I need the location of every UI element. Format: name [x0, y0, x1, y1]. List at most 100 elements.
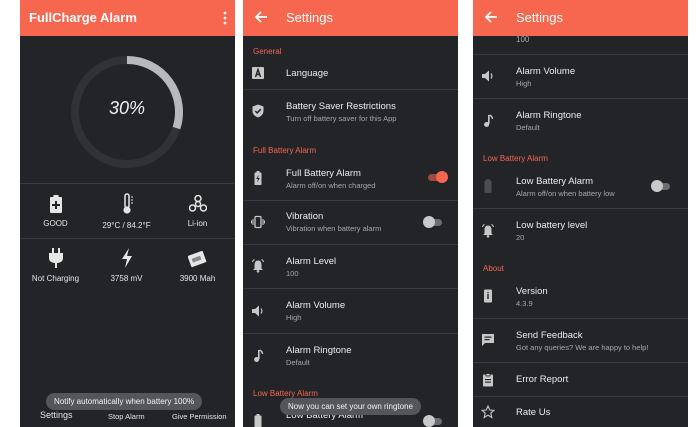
low-battery-level-value: 20: [516, 233, 525, 242]
voltage-stat: 3758 mV: [91, 248, 162, 283]
temperature-stat: 29°C / 84.2°F: [91, 193, 162, 230]
alarm-volume-title: Alarm Volume: [286, 300, 346, 311]
back-arrow-icon[interactable]: [252, 8, 270, 26]
battery-percentage: 30%: [108, 98, 146, 118]
divider: [20, 238, 235, 239]
app-bar: Settings: [243, 0, 458, 36]
full-battery-alarm-toggle[interactable]: [427, 171, 448, 183]
give-permission-button[interactable]: Give Permission: [172, 412, 227, 421]
error-report-setting[interactable]: Error Report: [473, 363, 688, 396]
app-bar: FullCharge Alarm: [20, 0, 235, 36]
thermometer-icon: [122, 193, 133, 214]
general-section-header: General: [253, 47, 282, 56]
rate-us-label: Rate Us: [516, 407, 551, 418]
ringtone-toast: Now you can set your own ringtone: [280, 398, 421, 415]
alarm-ringtone-value: Default: [286, 358, 310, 367]
low-battery-alarm-title: Low Battery Alarm: [516, 176, 594, 187]
low-battery-section-header: Low Battery Alarm: [253, 389, 318, 398]
version-title: Version: [516, 286, 548, 297]
clipboard-icon: [483, 373, 493, 387]
alarm-volume-value: High: [286, 313, 302, 322]
low-battery-alarm-toggle[interactable]: [651, 180, 671, 192]
low-battery-level-title: Low battery level: [516, 220, 588, 231]
language-label: Language: [286, 68, 329, 79]
battery-charging-icon: [254, 171, 262, 185]
music-note-icon: [254, 349, 264, 362]
battery-saver-title: Battery Saver Restrictions: [286, 101, 396, 112]
battery-capacity-icon: [187, 250, 206, 268]
alarm-ringtone-setting[interactable]: Alarm Ringtone Default: [473, 99, 688, 143]
divider: [20, 183, 235, 184]
alarm-level-setting[interactable]: Alarm Level 100: [243, 245, 458, 288]
low-battery-alarm-subtitle: Alarm off/on when battery low: [516, 189, 615, 198]
alarm-level-value: 100: [286, 269, 299, 278]
full-battery-alarm-setting[interactable]: Full Battery Alarm Alarm off/on when cha…: [243, 158, 458, 200]
alarm-ringtone-setting[interactable]: Alarm Ringtone Default: [243, 334, 458, 378]
settings-screen-scrolled: 100 Settings Alarm Volume High Alarm Rin…: [473, 0, 688, 427]
capacity-label: 3900 Mah: [179, 274, 216, 283]
back-arrow-icon[interactable]: [482, 8, 500, 26]
send-feedback-subtitle: Got any queries? We are happy to help!: [516, 343, 649, 352]
rate-us-setting[interactable]: Rate Us: [473, 397, 688, 427]
star-icon: [481, 405, 495, 419]
vibration-setting[interactable]: Vibration Vibration when battery alarm: [243, 201, 458, 244]
vibration-toggle[interactable]: [423, 216, 443, 228]
alarm-volume-setting[interactable]: Alarm Volume High: [473, 55, 688, 98]
alarm-level-title: Alarm Level: [286, 256, 337, 267]
plug-icon: [48, 248, 63, 268]
settings-screen: Settings General Language Battery Saver …: [243, 0, 458, 427]
settings-nav-button[interactable]: Settings: [40, 410, 73, 420]
alarm-volume-title: Alarm Volume: [516, 66, 576, 77]
technology-label: Li-ion: [187, 219, 208, 228]
health-stat: GOOD: [20, 195, 91, 228]
alarm-level-value: 100: [516, 35, 530, 44]
language-setting[interactable]: Language: [243, 58, 458, 89]
battery-low-icon: [484, 179, 492, 193]
capacity-stat: 3900 Mah: [162, 248, 233, 283]
alarm-ringtone-value: Default: [516, 123, 540, 132]
version-value: 4.3.9: [516, 299, 533, 308]
music-note-icon: [484, 114, 494, 127]
settings-title: Settings: [286, 10, 333, 25]
toggle-thumb: [423, 415, 435, 427]
battery-saver-subtitle: Turn off battery saver for this App: [286, 114, 397, 123]
settings-title: Settings: [516, 10, 563, 25]
voltage-bolt-icon: [121, 248, 132, 268]
full-battery-alarm-subtitle: Alarm off/on when charged: [286, 181, 376, 190]
alarm-ringtone-title: Alarm Ringtone: [516, 110, 582, 121]
feedback-icon: [482, 334, 494, 346]
low-battery-section-header: Low Battery Alarm: [483, 154, 548, 163]
stop-alarm-button[interactable]: Stop Alarm: [108, 412, 145, 421]
bottom-navigation: Settings Stop Alarm Give Permission: [20, 410, 235, 427]
charging-label: Not Charging: [31, 274, 80, 283]
app-bar: Settings: [473, 0, 688, 36]
low-battery-alarm-toggle[interactable]: [423, 415, 443, 427]
alarm-volume-setting[interactable]: Alarm Volume High: [243, 289, 458, 333]
error-report-label: Error Report: [516, 374, 569, 385]
more-options-icon[interactable]: [223, 11, 227, 25]
battery-low-icon: [254, 414, 262, 427]
low-battery-alarm-setting[interactable]: Low Battery Alarm Alarm off/on when batt…: [473, 166, 688, 208]
low-battery-level-setting[interactable]: Low battery level 20: [473, 209, 688, 253]
battery-saver-setting[interactable]: Battery Saver Restrictions Turn off batt…: [243, 90, 458, 134]
alarm-ringtone-title: Alarm Ringtone: [286, 345, 352, 356]
alarm-bell-icon: [482, 224, 494, 238]
battery-health-icon: [49, 195, 62, 213]
full-battery-section-header: Full Battery Alarm: [253, 146, 317, 155]
alarm-bell-icon: [252, 259, 264, 273]
vibration-subtitle: Vibration when battery alarm: [286, 224, 382, 233]
toggle-thumb: [423, 216, 435, 228]
send-feedback-setting[interactable]: Send Feedback Got any queries? We are ha…: [473, 319, 688, 362]
phone-info-icon: [484, 289, 492, 303]
technology-stat: Li-ion: [162, 195, 233, 228]
volume-icon: [252, 305, 263, 317]
health-label: GOOD: [43, 219, 68, 228]
charging-stat: Not Charging: [20, 248, 91, 283]
notify-toast: Notify automatically when battery 100%: [46, 393, 203, 410]
about-section-header: About: [483, 264, 504, 273]
vibration-title: Vibration: [286, 211, 324, 222]
shield-check-icon: [252, 104, 264, 118]
volume-icon: [482, 70, 493, 82]
send-feedback-title: Send Feedback: [516, 330, 583, 341]
main-screen: FullCharge Alarm 30% GOOD 29°C / 84.2°F: [20, 0, 235, 427]
